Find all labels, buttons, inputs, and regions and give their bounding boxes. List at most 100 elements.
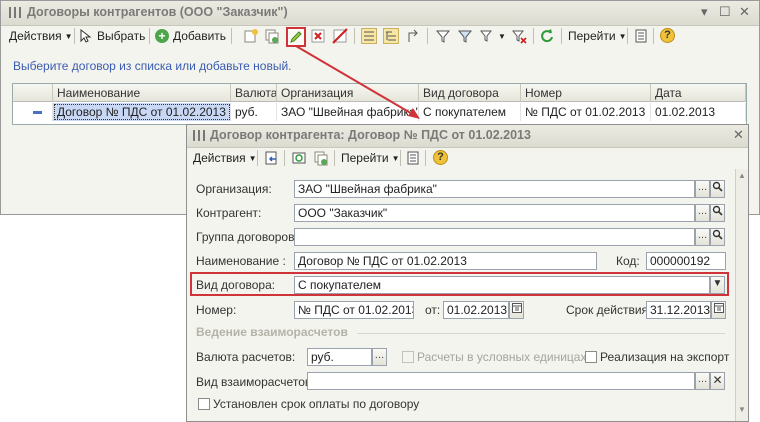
settlement-type-clear-icon[interactable]: ✕: [710, 372, 725, 390]
payment-term-checkbox[interactable]: [198, 398, 210, 410]
name-field[interactable]: Договор № ПДС от 01.02.2013: [294, 252, 597, 270]
code-field[interactable]: 000000192: [646, 252, 726, 270]
group-open-icon[interactable]: [710, 228, 725, 246]
cell-currency[interactable]: руб.: [231, 103, 277, 121]
list-window-icon: [9, 7, 21, 18]
group-field[interactable]: [294, 228, 695, 246]
form-copy-icon[interactable]: [313, 150, 329, 166]
form-window-icon: [193, 130, 205, 141]
column-header-contract-type[interactable]: Вид договора: [419, 84, 521, 102]
cell-name[interactable]: Договор № ПДС от 01.02.2013: [53, 103, 231, 121]
counterparty-label: Контрагент:: [196, 206, 262, 220]
goto-menu-button[interactable]: Перейти ▼: [568, 25, 626, 47]
table-row[interactable]: Договор № ПДС от 01.02.2013 руб. ЗАО "Шв…: [13, 103, 746, 121]
list-settings-icon[interactable]: [633, 28, 649, 44]
add-row-icon[interactable]: [243, 28, 259, 44]
contract-type-select[interactable]: С покупателем: [294, 276, 710, 294]
column-header-date[interactable]: Дата: [651, 84, 746, 102]
filter-by-value-icon[interactable]: [457, 28, 473, 44]
list-toolbar: Действия ▼ Выбрать + Добавить ▼ Перейти …: [1, 25, 759, 47]
settlements-section-title: Ведение взаиморасчетов: [196, 325, 348, 339]
actions-menu-button[interactable]: Действия ▼: [9, 25, 73, 47]
table-corner: [13, 84, 53, 102]
form-vertical-scrollbar[interactable]: ▲ ▼: [735, 169, 748, 421]
currency-label: Валюта расчетов:: [196, 350, 296, 364]
toolbar-separator: [284, 150, 285, 166]
filter-icon[interactable]: [435, 28, 451, 44]
menu-icon[interactable]: ▾: [701, 5, 708, 19]
save-close-icon[interactable]: [263, 150, 279, 166]
list-titlebar[interactable]: Договоры контрагентов (ООО "Заказчик") ▾…: [1, 1, 759, 26]
currency-select-button[interactable]: …: [372, 348, 387, 366]
form-refresh-icon[interactable]: [291, 150, 307, 166]
help-icon[interactable]: ?: [660, 28, 675, 43]
form-list-icon[interactable]: [405, 150, 421, 166]
contract-type-dropdown-icon[interactable]: ▼: [710, 276, 725, 294]
from-date-field[interactable]: 01.02.2013: [443, 301, 509, 319]
cell-number[interactable]: № ПДС от 01.02.2013: [521, 103, 651, 121]
add-button[interactable]: Добавить: [173, 25, 226, 47]
section-divider: [357, 333, 725, 334]
form-close-icon[interactable]: ✕: [733, 128, 744, 142]
cell-contract-type[interactable]: С покупателем: [419, 103, 521, 121]
number-label: Номер:: [196, 303, 237, 317]
toolbar-separator: [561, 28, 562, 44]
goto-label: Перейти: [568, 29, 616, 43]
settlement-type-select-button[interactable]: …: [695, 372, 710, 390]
column-header-name[interactable]: Наименование: [53, 84, 231, 102]
scroll-up-icon[interactable]: ▲: [736, 171, 748, 180]
conventional-units-checkbox[interactable]: [402, 351, 414, 363]
term-label: Срок действия:: [566, 303, 652, 317]
clear-filter-icon[interactable]: [511, 28, 527, 44]
toolbar-separator: [425, 150, 426, 166]
delete-icon[interactable]: [310, 28, 326, 44]
contract-type-label: Вид договора:: [196, 278, 276, 292]
term-field[interactable]: 31.12.2013: [646, 301, 711, 319]
column-header-currency[interactable]: Валюта: [231, 84, 277, 102]
toolbar-separator: [400, 150, 401, 166]
filter-dropdown-caret[interactable]: ▼: [495, 25, 506, 47]
export-checkbox[interactable]: [585, 351, 597, 363]
currency-field[interactable]: руб.: [307, 348, 372, 366]
from-date-calendar-icon[interactable]: [509, 301, 524, 319]
cell-organization[interactable]: ЗАО "Швейная фабрика": [277, 103, 419, 121]
filter-history-icon[interactable]: [479, 28, 495, 44]
toolbar-separator: [354, 28, 355, 44]
refresh-icon[interactable]: [539, 28, 555, 44]
column-header-organization[interactable]: Организация: [277, 84, 419, 102]
conventional-units-label: Расчеты в условных единицах: [417, 350, 587, 364]
edit-pencil-icon[interactable]: [286, 27, 306, 47]
maximize-icon[interactable]: ☐: [719, 5, 731, 19]
toolbar-separator: [627, 28, 628, 44]
copy-row-icon[interactable]: [264, 28, 280, 44]
scroll-down-icon[interactable]: ▼: [736, 405, 748, 414]
form-actions-menu-button[interactable]: Действия ▼: [193, 147, 257, 169]
column-header-number[interactable]: Номер: [521, 84, 651, 102]
settlement-type-field[interactable]: [307, 372, 695, 390]
form-titlebar[interactable]: Договор контрагента: Договор № ПДС от 01…: [187, 125, 748, 148]
organization-open-icon[interactable]: [710, 180, 725, 198]
mark-delete-icon[interactable]: [332, 28, 348, 44]
counterparty-select-button[interactable]: …: [695, 204, 710, 222]
counterparty-open-icon[interactable]: [710, 204, 725, 222]
row-marker-icon: [13, 103, 53, 121]
term-calendar-icon[interactable]: [711, 301, 726, 319]
counterparty-field[interactable]: ООО "Заказчик": [294, 204, 695, 222]
form-goto-label: Перейти: [341, 151, 389, 165]
tree-view-icon[interactable]: [383, 28, 399, 44]
form-help-icon[interactable]: ?: [433, 150, 448, 165]
code-label: Код:: [616, 254, 640, 268]
organization-field[interactable]: ЗАО "Швейная фабрика": [294, 180, 695, 198]
organization-select-button[interactable]: …: [695, 180, 710, 198]
cell-date[interactable]: 01.02.2013: [651, 103, 746, 121]
level-up-icon[interactable]: [405, 28, 421, 44]
group-label: Группа договоров:: [196, 230, 298, 244]
list-hint-text: Выберите договор из списка или добавьте …: [13, 59, 292, 73]
form-goto-menu-button[interactable]: Перейти ▼: [341, 147, 399, 169]
hierarchy-list-icon[interactable]: [361, 28, 377, 44]
group-select-button[interactable]: …: [695, 228, 710, 246]
close-icon[interactable]: ✕: [739, 5, 750, 19]
number-field[interactable]: № ПДС от 01.02.2013: [294, 301, 414, 319]
select-button[interactable]: Выбрать: [97, 25, 145, 47]
select-cursor-icon: [79, 28, 95, 45]
